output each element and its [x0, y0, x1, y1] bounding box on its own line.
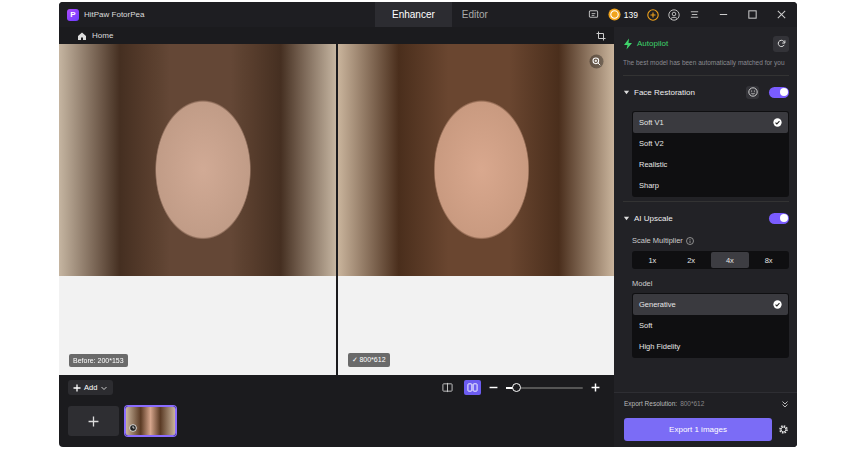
- close-icon[interactable]: [776, 9, 787, 20]
- scale-selector: 1x2x4x8x: [632, 251, 789, 269]
- coin-balance[interactable]: 139: [608, 8, 638, 21]
- face-model-option[interactable]: Soft V2: [633, 133, 788, 154]
- app-window: P HitPaw FotorPea EnhancerEditor 139 Hom…: [59, 2, 797, 447]
- scale-option[interactable]: 1x: [633, 252, 672, 268]
- refresh-button[interactable]: [773, 36, 789, 52]
- home-icon: [77, 31, 87, 41]
- title-bar: P HitPaw FotorPea EnhancerEditor 139: [59, 2, 797, 27]
- image-thumbnail[interactable]: [125, 406, 176, 436]
- thumbnail-strip: [59, 400, 614, 447]
- view-mode-button[interactable]: [464, 380, 481, 395]
- export-resolution[interactable]: Export Resolution: 800*612: [624, 397, 789, 410]
- section-toggle[interactable]: [769, 213, 789, 224]
- add-image-tile[interactable]: [68, 406, 119, 436]
- add-coins-icon[interactable]: [647, 9, 659, 21]
- app-title: HitPaw FotorPea: [84, 10, 144, 19]
- upscale-model-list: Generative Soft High Fidelity: [632, 293, 789, 358]
- face-select-button[interactable]: [746, 86, 759, 99]
- scale-option[interactable]: 2x: [672, 252, 711, 268]
- export-button[interactable]: Export 1 images: [624, 418, 772, 441]
- upscale-model-option[interactable]: Generative: [633, 294, 788, 315]
- workspace: Home Before: 200*153 ✓ 800*612 Add: [59, 27, 614, 447]
- lightning-icon: [623, 38, 633, 50]
- mode-tab[interactable]: Editor: [452, 2, 498, 27]
- zoom-icon[interactable]: [589, 54, 604, 69]
- face-icon: [748, 87, 758, 97]
- crop-icon[interactable]: [596, 31, 606, 41]
- compare-view: Before: 200*153 ✓ 800*612: [59, 44, 614, 375]
- home-link[interactable]: Home: [77, 31, 113, 41]
- export-area: Export Resolution: 800*612 Export 1 imag…: [614, 392, 797, 447]
- scale-option[interactable]: 8x: [749, 252, 788, 268]
- face-model-option[interactable]: Sharp: [633, 175, 788, 196]
- face-model-list: Soft V1 Soft V2 Realistic Sharp: [632, 111, 789, 197]
- settings-section: AI Upscale Scale Multiplier 1x2x4x8x Mod…: [623, 202, 789, 362]
- zoom-slider[interactable]: [506, 387, 583, 389]
- after-label: ✓ 800*612: [348, 353, 390, 367]
- clock-icon: [129, 424, 137, 432]
- breadcrumb-bar: Home: [59, 27, 614, 44]
- autopilot-row: Autopilot: [623, 35, 789, 52]
- upscale-model-option[interactable]: Soft: [633, 315, 788, 336]
- scale-label: Scale Multiplier: [632, 236, 789, 245]
- autopilot-description: The best model has been automatically ma…: [623, 58, 789, 76]
- caret-icon: [623, 89, 630, 96]
- caret-icon: [623, 215, 630, 222]
- settings-section: Face Restoration Soft V1 Soft V2 Realist…: [623, 76, 789, 202]
- coin-icon: [608, 8, 621, 21]
- info-icon[interactable]: [686, 237, 694, 245]
- chevron-down-icon: [100, 384, 108, 392]
- mode-tab[interactable]: Enhancer: [375, 2, 452, 27]
- face-model-option[interactable]: Soft V1: [633, 112, 788, 133]
- mode-tabs: EnhancerEditor: [375, 2, 498, 27]
- settings-panel: Autopilot The best model has been automa…: [614, 27, 797, 447]
- gear-icon[interactable]: [778, 424, 789, 435]
- add-button[interactable]: Add: [68, 380, 113, 395]
- section-header[interactable]: Face Restoration: [623, 84, 789, 100]
- section-header[interactable]: AI Upscale: [623, 210, 789, 226]
- message-icon[interactable]: [588, 9, 599, 20]
- refresh-icon: [777, 39, 786, 48]
- model-label: Model: [632, 279, 789, 288]
- face-model-option[interactable]: Realistic: [633, 154, 788, 175]
- app-logo: P: [67, 9, 79, 21]
- scale-option[interactable]: 4x: [711, 252, 750, 268]
- check-icon: [773, 300, 782, 309]
- before-label: Before: 200*153: [69, 354, 128, 367]
- after-image: ✓ 800*612: [338, 44, 615, 375]
- plus-icon: [88, 416, 99, 427]
- user-icon[interactable]: [668, 9, 680, 21]
- preview-toolbar: Add: [59, 375, 614, 400]
- before-image: Before: 200*153: [59, 44, 336, 375]
- slide-compare-icon: [442, 382, 453, 393]
- menu-icon[interactable]: [689, 9, 700, 20]
- split-view-icon: [467, 382, 478, 393]
- view-mode-button[interactable]: [439, 380, 456, 395]
- plus-icon: [73, 384, 81, 392]
- zoom-in-icon[interactable]: [591, 383, 600, 392]
- minimize-icon[interactable]: [718, 9, 729, 20]
- maximize-icon[interactable]: [747, 9, 758, 20]
- upscale-model-option[interactable]: High Fidelity: [633, 336, 788, 357]
- double-chevron-icon: [781, 400, 789, 408]
- section-toggle[interactable]: [769, 87, 789, 98]
- check-icon: [773, 118, 782, 127]
- zoom-out-icon[interactable]: [489, 383, 498, 392]
